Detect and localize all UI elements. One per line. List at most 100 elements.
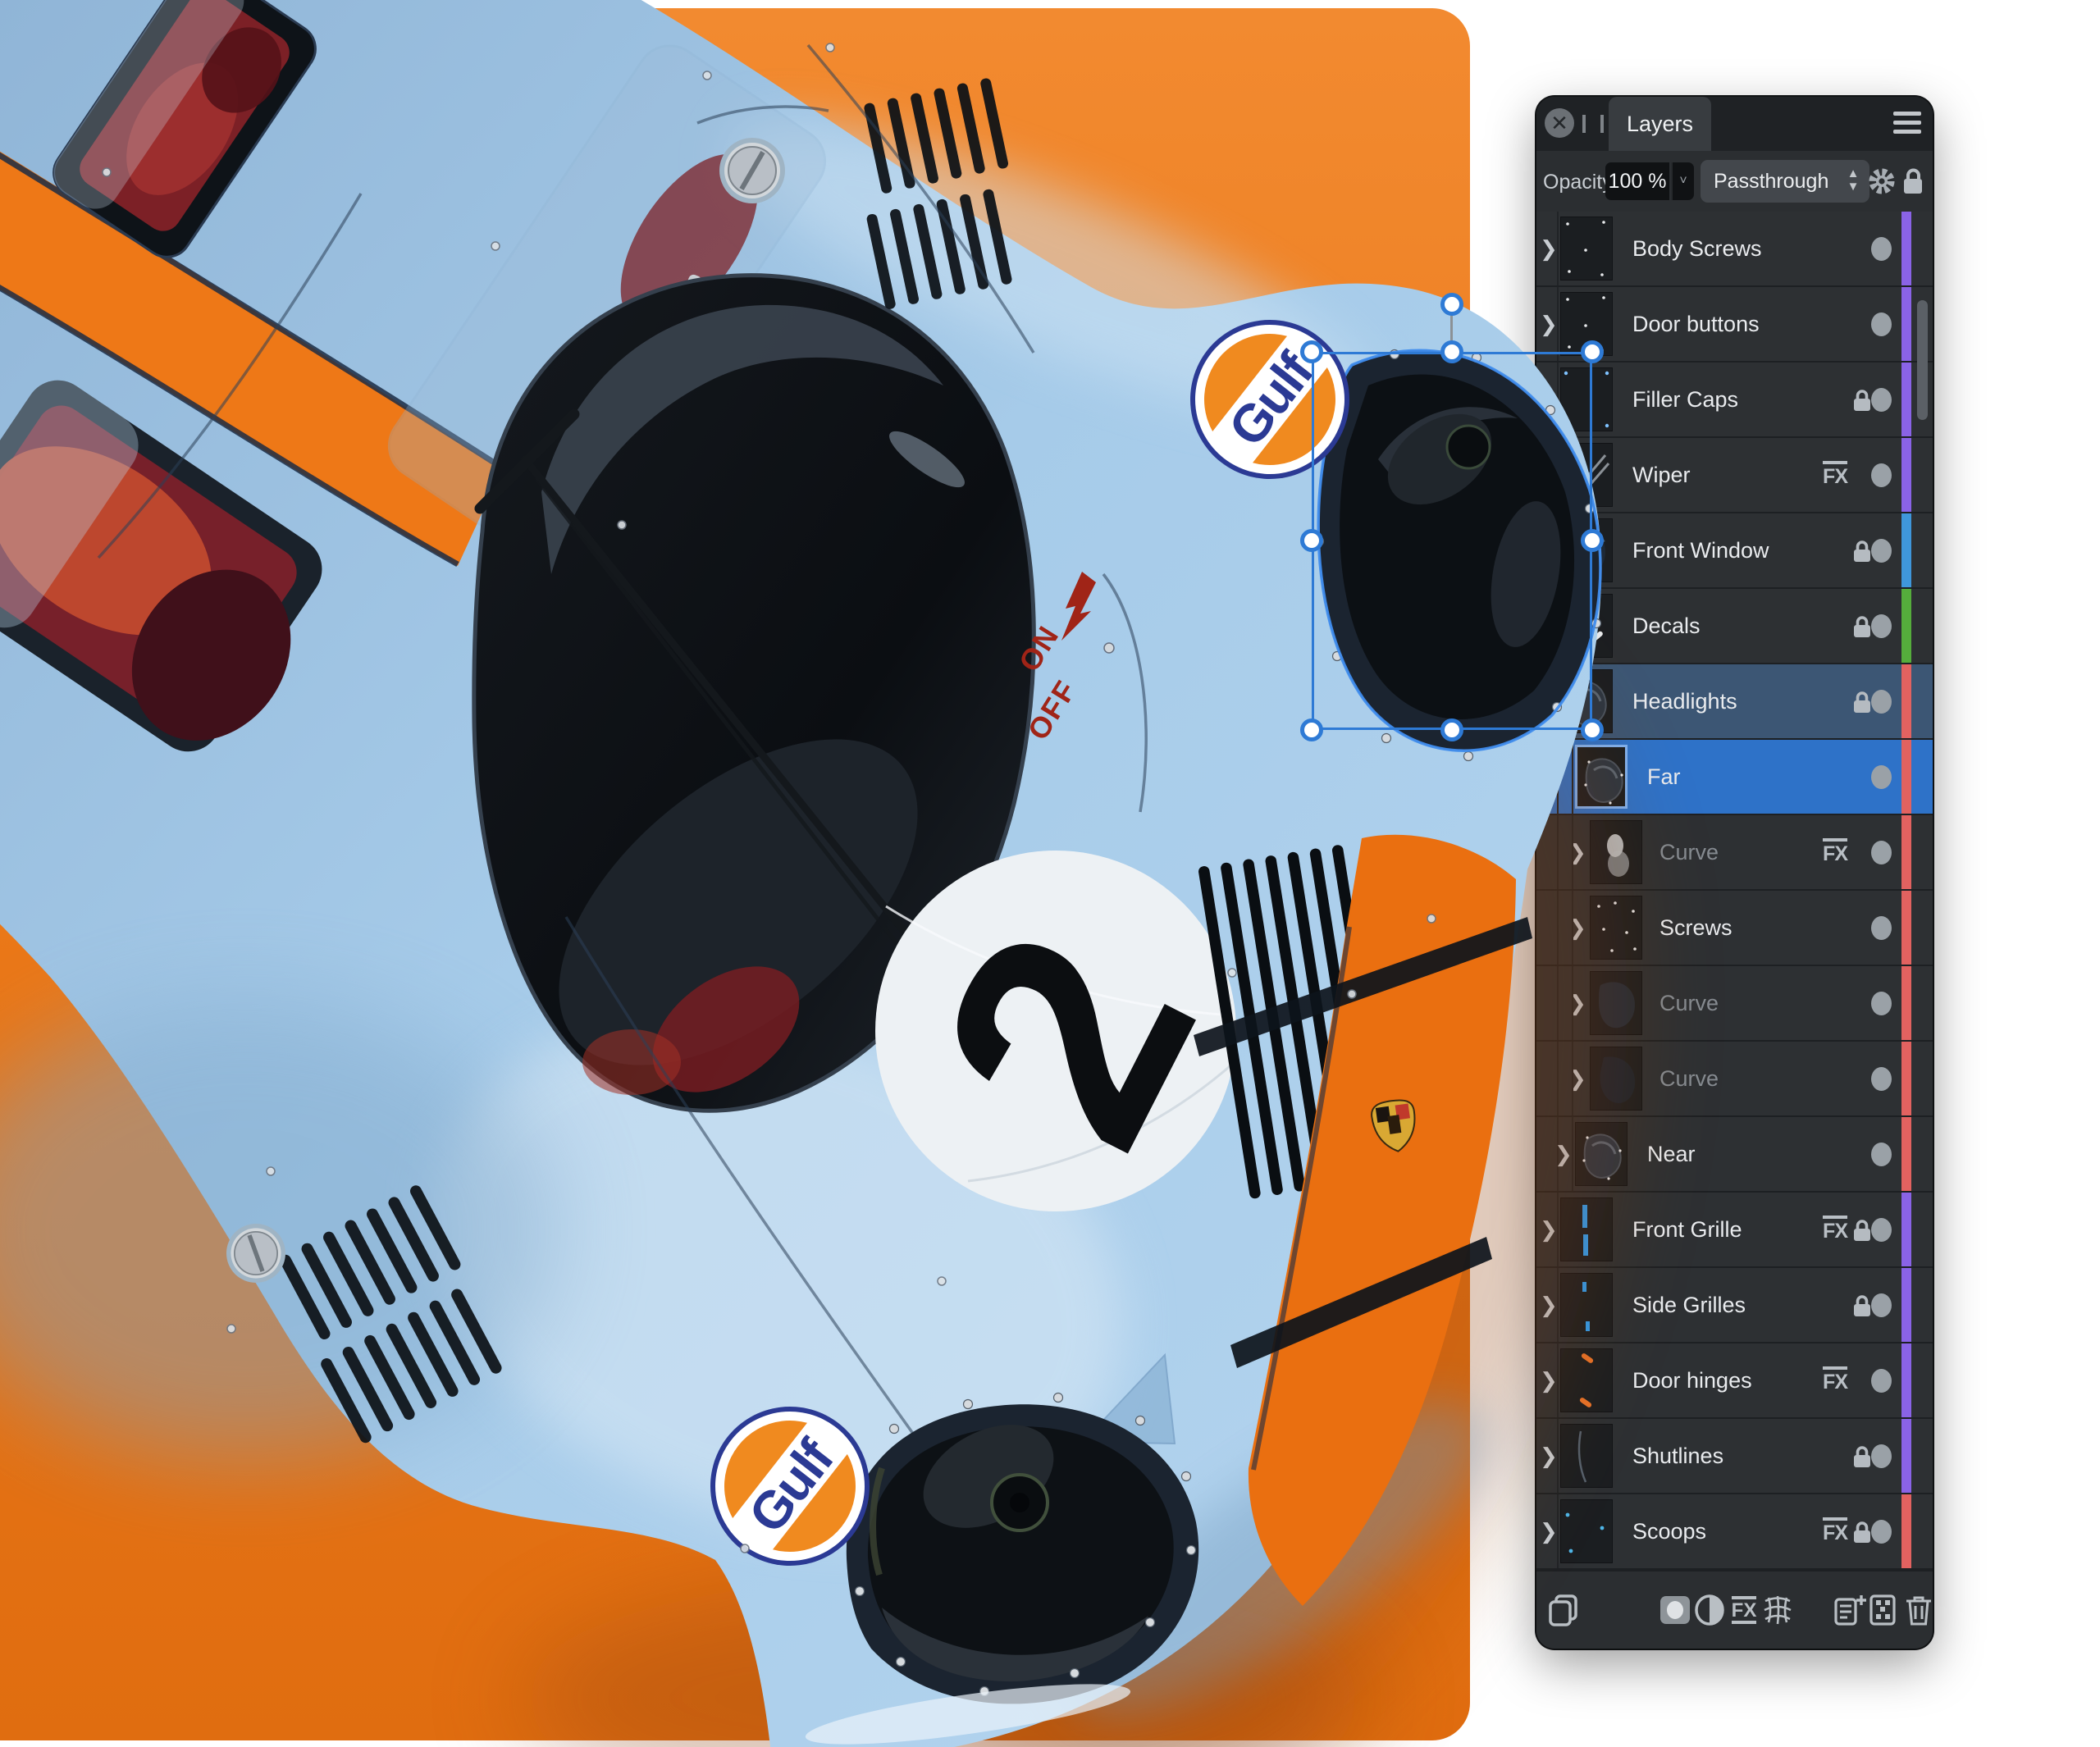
blend-mode-select[interactable]: Passthrough ▲ ▼ (1701, 160, 1869, 203)
layer-row-shutlines[interactable]: ❯ Shutlines FX (1536, 1419, 1933, 1494)
fx-badge-icon[interactable]: FX (1823, 838, 1848, 865)
visibility-dot[interactable] (1871, 1520, 1892, 1544)
selection-handle-top-mid[interactable] (1440, 340, 1463, 363)
lock-icon[interactable] (1851, 689, 1874, 719)
chevron-right-icon[interactable]: ❯ (1540, 287, 1558, 361)
layer-row-curve[interactable]: ❯ Curve FX (1536, 966, 1933, 1042)
scrollbar-thumb[interactable] (1917, 300, 1928, 420)
near-headlight (805, 1352, 1199, 1745)
tab-layers[interactable]: Layers (1609, 97, 1712, 151)
chevron-right-icon[interactable]: ❯ (1568, 1042, 1586, 1115)
app-window: ✕ Layers Opacity: 100 % ˅ Passthrough ▲ ▼… (0, 0, 2100, 1747)
lock-icon[interactable] (1851, 1293, 1874, 1323)
layer-row-side-grilles[interactable]: ❯ Side Grilles FX (1536, 1268, 1933, 1343)
chevron-right-icon[interactable]: ❯ (1540, 212, 1558, 285)
layer-row-curve[interactable]: ❯ Curve FX (1536, 1042, 1933, 1117)
selection-handle-bottom-left[interactable] (1300, 718, 1323, 741)
layer-row-curve[interactable]: ❯ Curve FX (1536, 815, 1933, 891)
visibility-dot[interactable] (1871, 237, 1892, 261)
selection-rotation-handle[interactable] (1440, 293, 1463, 316)
layer-row-screws[interactable]: ❯ Screws FX (1536, 891, 1933, 966)
chevron-right-icon[interactable]: ❯ (1554, 1117, 1573, 1191)
mesh-warp-icon[interactable] (1759, 1591, 1796, 1629)
layer-options-icon[interactable] (1865, 1591, 1902, 1629)
chevron-right-icon[interactable]: ❯ (1540, 1343, 1558, 1417)
chevron-right-icon[interactable]: ❯ (1568, 815, 1586, 889)
layer-color-strip (1901, 1042, 1911, 1115)
lock-icon[interactable] (1851, 538, 1874, 568)
duplicate-icon[interactable] (1545, 1591, 1582, 1629)
visibility-dot[interactable] (1871, 463, 1892, 487)
lock-icon[interactable] (1851, 1217, 1874, 1248)
chevron-right-icon[interactable]: ❯ (1540, 1419, 1558, 1493)
layer-row-wiper[interactable]: ❯ Wiper FX (1536, 438, 1933, 513)
lock-icon[interactable] (1851, 387, 1874, 417)
opacity-input[interactable]: 100 % (1605, 162, 1669, 200)
gear-icon[interactable] (1866, 166, 1897, 197)
fx-badge-icon[interactable]: FX (1823, 1366, 1848, 1393)
visibility-dot[interactable] (1871, 388, 1892, 412)
layer-row-front-grille[interactable]: ❯ Front Grille FX (1536, 1193, 1933, 1268)
fx-badge-icon[interactable]: FX (1823, 461, 1848, 488)
add-layer-icon[interactable] (1831, 1591, 1869, 1629)
gulf-logo-bottom (678, 1375, 902, 1598)
layer-row-decals[interactable]: ❯ Decals FX (1536, 589, 1933, 664)
layer-row-door-hinges[interactable]: ❯ Door hinges FX (1536, 1343, 1933, 1419)
lock-icon[interactable] (1851, 614, 1874, 644)
layer-thumbnail (1560, 1424, 1613, 1488)
unlock-icon[interactable] (1899, 165, 1927, 198)
visibility-dot[interactable] (1871, 1444, 1892, 1468)
lock-icon[interactable] (1851, 1444, 1874, 1474)
visibility-dot[interactable] (1871, 1143, 1892, 1166)
fx-badge-icon[interactable]: FX (1823, 1216, 1848, 1243)
selection-handle-top-left[interactable] (1300, 340, 1323, 363)
layer-row-scoops[interactable]: ❯ Scoops FX (1536, 1494, 1933, 1570)
visibility-dot[interactable] (1871, 992, 1892, 1015)
chevron-right-icon[interactable]: ❯ (1568, 891, 1586, 965)
chevron-right-icon[interactable]: ❯ (1568, 966, 1586, 1040)
layer-name: Decals (1632, 614, 1701, 638)
layer-list: ❯ Body Screws FX ❯ Door buttons FX ❯ Fil… (1536, 212, 1933, 1571)
layer-row-filler-caps[interactable]: ❯ Filler Caps FX (1536, 363, 1933, 438)
layer-thumbnail (1560, 217, 1613, 281)
lock-icon[interactable] (1851, 1519, 1874, 1549)
selection-bounding-box[interactable] (1312, 352, 1592, 730)
trash-icon[interactable] (1900, 1591, 1933, 1629)
layer-name: Side Grilles (1632, 1293, 1746, 1317)
adjustment-icon[interactable] (1691, 1591, 1728, 1629)
layer-row-far[interactable]: ❯ Far FX (1536, 740, 1933, 815)
visibility-dot[interactable] (1871, 1369, 1892, 1393)
selection-handle-bottom-mid[interactable] (1440, 718, 1463, 741)
chevron-right-icon[interactable]: ❯ (1540, 1193, 1558, 1266)
layer-color-strip (1901, 1494, 1911, 1568)
visibility-dot[interactable] (1871, 1067, 1892, 1091)
hamburger-menu-icon[interactable] (1893, 112, 1921, 136)
selection-handle-mid-right[interactable] (1581, 529, 1604, 552)
visibility-dot[interactable] (1871, 916, 1892, 940)
visibility-dot[interactable] (1871, 690, 1892, 714)
visibility-dot[interactable] (1871, 614, 1892, 638)
selection-handle-top-right[interactable] (1581, 340, 1604, 363)
selection-handle-bottom-right[interactable] (1581, 718, 1604, 741)
selection-handle-mid-left[interactable] (1300, 529, 1323, 552)
fx-badge-icon[interactable]: FX (1823, 1517, 1848, 1544)
layer-thumbnail (1560, 1273, 1613, 1337)
mask-icon[interactable] (1656, 1591, 1694, 1629)
opacity-dropdown-icon[interactable]: ˅ (1671, 162, 1694, 200)
visibility-dot[interactable] (1871, 1293, 1892, 1317)
visibility-dot[interactable] (1871, 765, 1892, 789)
layer-row-near[interactable]: ❯ Near FX (1536, 1117, 1933, 1193)
visibility-dot[interactable] (1871, 312, 1892, 336)
visibility-dot[interactable] (1871, 1218, 1892, 1242)
layer-name: Near (1647, 1142, 1696, 1166)
visibility-dot[interactable] (1871, 539, 1892, 563)
close-icon[interactable]: ✕ (1545, 108, 1574, 138)
select-chevrons-icon: ▲ ▼ (1847, 166, 1860, 194)
layer-color-strip (1901, 740, 1911, 814)
layer-row-body-screws[interactable]: ❯ Body Screws FX (1536, 212, 1933, 287)
chevron-right-icon[interactable]: ❯ (1540, 1494, 1558, 1568)
layer-name: Wiper (1632, 463, 1691, 487)
visibility-dot[interactable] (1871, 841, 1892, 864)
chevron-right-icon[interactable]: ❯ (1540, 1268, 1558, 1342)
fx-icon[interactable]: FX (1725, 1591, 1763, 1629)
